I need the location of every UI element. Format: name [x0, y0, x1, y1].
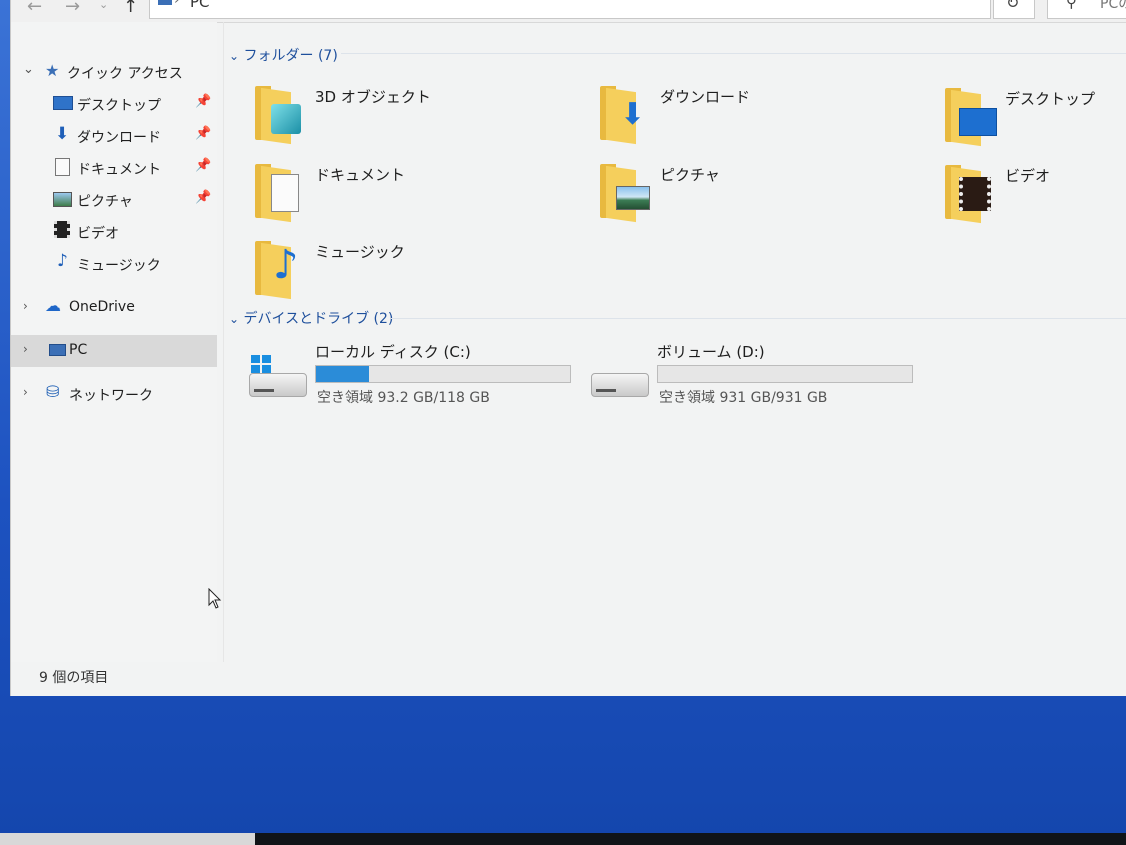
sidebar-item-pc[interactable]: › PC: [11, 335, 217, 367]
drive-free-space: 空き領域 931 GB/931 GB: [659, 390, 828, 406]
folder-label: ドキュメント: [315, 166, 406, 184]
group-header-label: デバイスとドライブ (2): [243, 311, 394, 327]
navigation-bar: ← → ⌄ ↑ › PC ⌄ ↻ ⚲ PCの: [11, 0, 1126, 23]
folder-videos[interactable]: ビデオ: [945, 165, 1126, 235]
pictures-folder-icon: [600, 164, 650, 223]
file-explorer-window: ← → ⌄ ↑ › PC ⌄ ↻ ⚲ PCの ⌄ ★ クイック アクセス デスク…: [10, 0, 1126, 696]
sidebar-item-label: ネットワーク: [69, 388, 153, 404]
3d-objects-folder-icon: [255, 86, 301, 145]
folder-label: ピクチャ: [660, 166, 720, 184]
sidebar-item-documents[interactable]: ドキュメント 📌: [11, 152, 217, 184]
expand-chevron-icon[interactable]: ›: [23, 342, 28, 356]
address-bar[interactable]: › PC ⌄: [149, 0, 1118, 19]
collapse-chevron-icon[interactable]: ⌄: [229, 49, 239, 63]
folder-label: 3D オブジェクト: [315, 88, 431, 106]
drive-usage-bar: [657, 365, 913, 383]
address-path[interactable]: PC: [190, 0, 210, 11]
documents-folder-icon: [255, 164, 299, 223]
desktop-icon: [53, 96, 73, 110]
sidebar-item-desktop[interactable]: デスクトップ 📌: [11, 88, 217, 120]
sidebar-item-label: ミュージック: [77, 258, 161, 274]
refresh-icon: ↻: [1006, 0, 1020, 12]
folder-pictures[interactable]: ピクチャ: [600, 164, 920, 234]
sidebar-item-videos[interactable]: ビデオ: [11, 216, 217, 248]
sidebar-item-label: デスクトップ: [77, 98, 161, 114]
recent-locations-chevron-icon[interactable]: ⌄: [99, 0, 108, 11]
drive-name: ボリューム (D:): [657, 343, 765, 361]
group-header-label: フォルダー (7): [243, 48, 338, 64]
search-placeholder: PCの: [1100, 0, 1126, 12]
taskbar-search-area[interactable]: [0, 833, 255, 845]
sidebar-item-network[interactable]: › ⛁ ネットワーク: [11, 378, 217, 410]
sidebar-item-label: ドキュメント: [77, 162, 161, 178]
mouse-cursor-icon: [208, 588, 222, 609]
videos-folder-icon: [945, 165, 991, 224]
pin-icon[interactable]: 📌: [195, 94, 211, 109]
drive-d[interactable]: ボリューム (D:) 空き領域 931 GB/931 GB: [591, 343, 921, 413]
star-icon: ★: [45, 61, 60, 80]
folder-downloads[interactable]: ⬇ ダウンロード: [600, 86, 920, 156]
group-divider-line: [341, 53, 1126, 54]
drive-usage-fill: [316, 366, 370, 382]
music-folder-icon: ♪: [255, 241, 299, 300]
pc-icon: [49, 344, 66, 356]
download-icon: ⬇: [55, 124, 70, 144]
folder-label: ダウンロード: [660, 88, 751, 106]
sidebar-item-label: ビデオ: [77, 226, 119, 242]
downloads-folder-icon: ⬇: [600, 86, 645, 145]
navigation-pane: ⌄ ★ クイック アクセス デスクトップ 📌 ⬇ ダウンロード 📌 ドキュメント…: [11, 22, 217, 662]
search-icon: ⚲: [1066, 0, 1077, 11]
drive-c[interactable]: ローカル ディスク (C:) 空き領域 93.2 GB/118 GB: [249, 343, 579, 413]
search-box[interactable]: ⚲ PCの: [1047, 0, 1126, 19]
video-icon: [54, 221, 70, 238]
status-bar-item-count: 9 個の項目: [39, 670, 109, 686]
drive-name: ローカル ディスク (C:): [315, 343, 471, 361]
folder-label: ミュージック: [315, 243, 405, 261]
pin-icon[interactable]: 📌: [195, 190, 211, 205]
forward-arrow-icon[interactable]: →: [65, 0, 80, 17]
refresh-button[interactable]: ↻: [993, 0, 1035, 19]
back-arrow-icon[interactable]: ←: [27, 0, 42, 17]
drive-usage-bar: [315, 365, 571, 383]
sidebar-item-downloads[interactable]: ⬇ ダウンロード 📌: [11, 120, 217, 152]
cloud-icon: ☁: [45, 296, 61, 315]
document-icon: [55, 158, 70, 176]
network-icon: ⛁: [46, 382, 60, 401]
sidebar-item-label: ダウンロード: [77, 130, 161, 146]
sidebar-item-pictures[interactable]: ピクチャ 📌: [11, 184, 217, 216]
music-note-icon: ♪: [57, 251, 68, 271]
folder-label: デスクトップ: [1005, 90, 1096, 108]
folders-group-header[interactable]: ⌄ フォルダー (7): [229, 45, 338, 65]
breadcrumb-chevron-icon[interactable]: ›: [174, 0, 180, 8]
up-arrow-icon[interactable]: ↑: [123, 0, 138, 17]
collapse-chevron-icon[interactable]: ⌄: [229, 312, 239, 326]
sidebar-item-music[interactable]: ♪ ミュージック: [11, 248, 217, 280]
desktop-folder-icon: [945, 88, 997, 147]
pin-icon[interactable]: 📌: [195, 126, 211, 141]
pane-divider[interactable]: [223, 22, 224, 662]
picture-icon: [53, 192, 72, 207]
folder-label: ビデオ: [1005, 167, 1051, 185]
devices-group-header[interactable]: ⌄ デバイスとドライブ (2): [229, 308, 393, 328]
folder-3d-objects[interactable]: 3D オブジェクト: [255, 86, 575, 156]
folder-music[interactable]: ♪ ミュージック: [255, 241, 575, 311]
sidebar-item-label: PC: [69, 342, 88, 358]
group-divider-line: [391, 318, 1126, 319]
expand-chevron-icon[interactable]: ›: [23, 299, 28, 313]
folder-documents[interactable]: ドキュメント: [255, 164, 575, 234]
drive-free-space: 空き領域 93.2 GB/118 GB: [317, 390, 490, 406]
sidebar-item-onedrive[interactable]: › ☁ OneDrive: [11, 292, 217, 324]
pc-icon: [158, 0, 172, 5]
pin-icon[interactable]: 📌: [195, 158, 211, 173]
expand-chevron-icon[interactable]: ›: [23, 385, 28, 399]
sidebar-item-label: ピクチャ: [77, 194, 133, 210]
sidebar-item-label: クイック アクセス: [67, 66, 183, 82]
expand-chevron-icon[interactable]: ⌄: [23, 62, 34, 77]
folder-desktop[interactable]: デスクトップ: [945, 88, 1126, 158]
sidebar-item-quick-access[interactable]: ⌄ ★ クイック アクセス: [11, 56, 217, 88]
sidebar-item-label: OneDrive: [69, 299, 135, 315]
